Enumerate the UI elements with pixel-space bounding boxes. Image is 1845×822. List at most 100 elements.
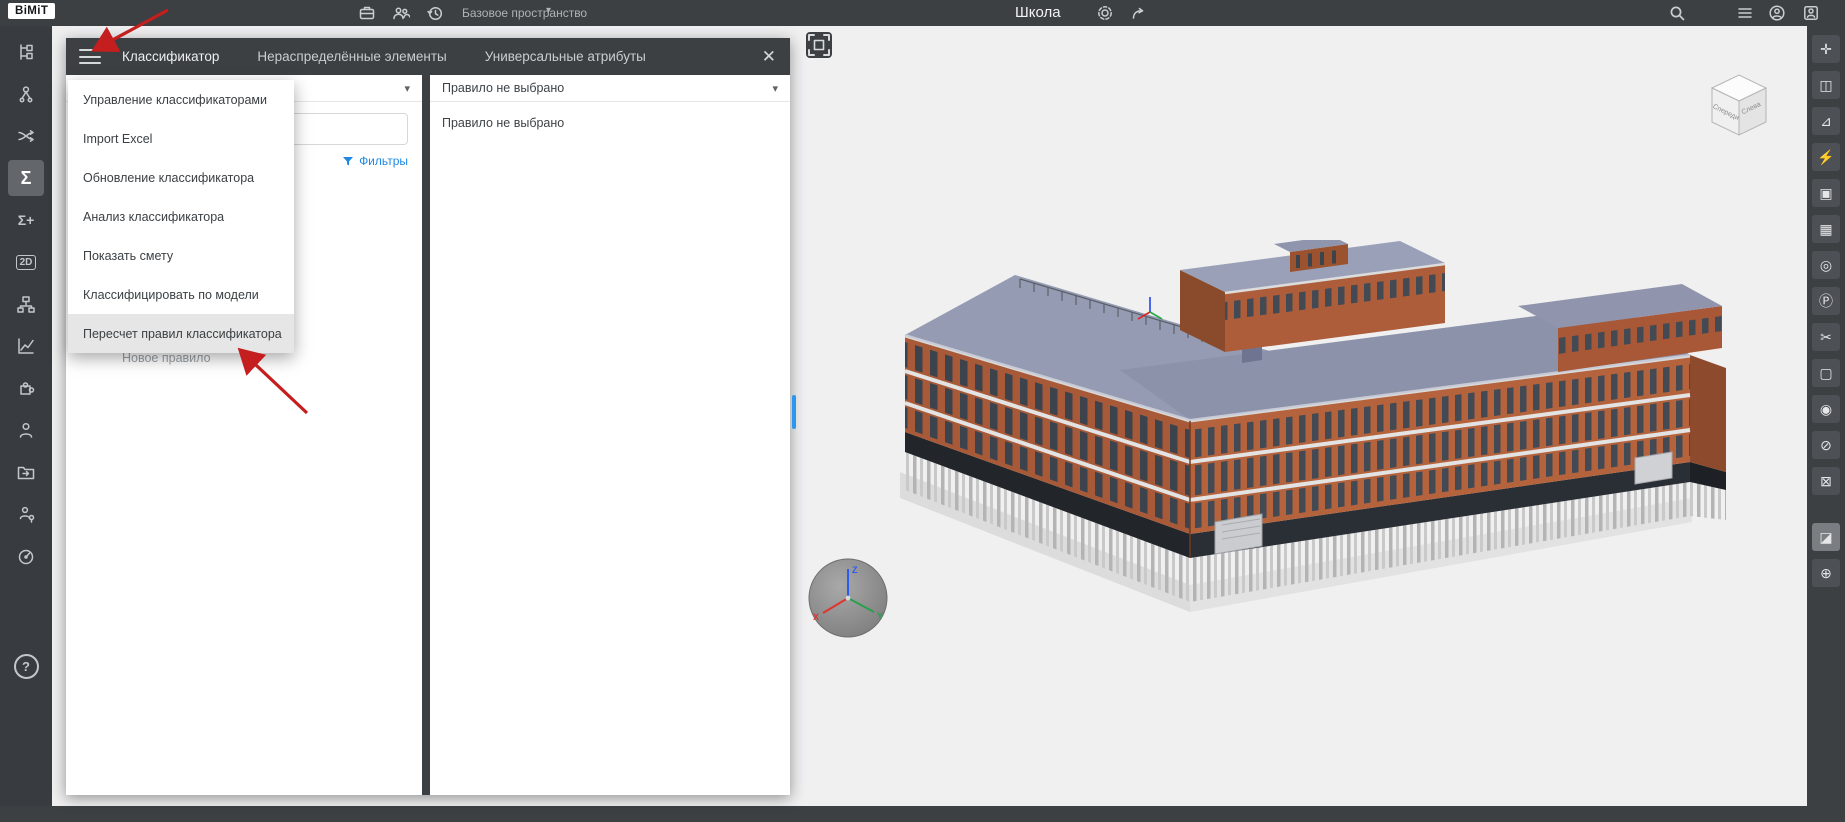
settings-button[interactable] [1096,4,1114,22]
tab-universal-attributes[interactable]: Универсальные атрибуты [485,49,646,64]
sidebar-item-classifier[interactable]: Σ [8,160,44,196]
list-icon [1738,8,1752,18]
classifier-menu-button[interactable] [79,49,101,64]
account-button[interactable] [1768,4,1786,22]
left-toolbar: Σ Σ+ 2D ? [0,26,52,806]
menu-item-update-classifier[interactable]: Обновление классификатора [68,158,294,197]
viewports-grid-button[interactable]: ▦ [1812,215,1840,243]
eye-off-icon: ⊘ [1820,436,1832,453]
pan-tool-button[interactable]: ✛ [1812,35,1840,63]
clear-selection-button[interactable]: ⊠ [1812,467,1840,495]
view-cube[interactable]: Спереди Слева [1700,64,1778,142]
section-cut-icon: ✂ [1820,328,1832,345]
orbit-navigation-ball[interactable]: Z X Y [806,556,890,640]
menu-item-recalculate-rules[interactable]: Пересчет правил классификатора [68,314,294,353]
measure-button[interactable]: ⊿ [1812,107,1840,135]
rule-selector[interactable]: Правило не выбрано ▾ [430,75,790,102]
pan-tool-icon: ✛ [1820,40,1832,57]
rule-empty-text: Правило не выбрано [442,116,565,130]
model-parts-icon: ▣ [1819,184,1833,201]
search-button[interactable] [1668,4,1686,22]
history-button[interactable] [426,4,444,22]
sigma-plus-icon: Σ+ [17,212,35,228]
projects-button[interactable] [358,4,376,22]
sidebar-item-nodes[interactable] [8,76,44,112]
app-logo: BiMiT [8,3,56,19]
section-plane-button[interactable]: ◫ [1812,71,1840,99]
sidebar-item-users[interactable] [8,412,44,448]
model-view-button[interactable]: ◪ [1812,523,1840,551]
menu-item-analyze-classifier[interactable]: Анализ классификатора [68,197,294,236]
selection-area-button[interactable]: ▢ [1812,359,1840,387]
selection-area-icon: ▢ [1819,364,1833,381]
person-pin-icon [19,506,35,523]
section-cut-button[interactable]: ✂ [1812,323,1840,351]
viewports-grid-icon: ▦ [1819,220,1833,237]
model-parts-button[interactable]: ▣ [1812,179,1840,207]
orbit-icon: ⊕ [1820,564,1832,581]
classifier-panel-header: Классификатор Нераспределённые элементы … [66,38,790,75]
tab-classifier[interactable]: Классификатор [122,49,219,64]
classifier-panel: Классификатор Нераспределённые элементы … [66,38,790,795]
cube-icon: ◪ [1819,528,1833,545]
menu-item-classify-by-model[interactable]: Классифицировать по модели [68,275,294,314]
list-menu-button[interactable] [1736,4,1754,22]
sidebar-item-relations[interactable] [8,118,44,154]
profile-button[interactable] [1802,4,1820,22]
workspace-selector[interactable]: Базовое пространство [462,6,587,20]
sidebar-item-analytics[interactable] [8,328,44,364]
node-link-icon [19,86,33,103]
shuffle-arrows-icon [18,130,34,142]
sidebar-item-2d[interactable]: 2D [8,244,44,280]
structure-tree-icon [20,44,33,60]
eye-icon: ◉ [1819,400,1833,417]
sidebar-item-structure[interactable] [8,34,44,70]
share-arrow-icon [1132,7,1144,19]
filters-label: Фильтры [359,154,408,168]
zoom-fit-icon [808,34,830,56]
sidebar-item-person-location[interactable] [8,496,44,532]
sidebar-item-classifier-add[interactable]: Σ+ [8,202,44,238]
app-window: Спереди Слева Z X Y BiMiT Базовое простр… [0,0,1845,822]
share-button[interactable] [1130,4,1148,22]
workspace-caret-icon[interactable]: ▾ [546,5,551,16]
rule-selector-value: Правило не выбрано [442,81,565,95]
building-model-3d[interactable] [870,240,1750,630]
show-elements-button[interactable]: ◉ [1812,395,1840,423]
hide-elements-button[interactable]: ⊘ [1812,431,1840,459]
sidebar-item-hierarchy[interactable] [8,286,44,322]
chevron-down-icon: ▾ [404,82,410,95]
orbit-mode-button[interactable]: ⊕ [1812,559,1840,587]
zoom-target-icon: ◎ [1819,256,1833,273]
plans-button[interactable]: Ⓟ [1812,287,1840,315]
puzzle-icon [20,382,35,395]
gauge-icon [18,549,34,565]
clash-check-button[interactable]: ⚡ [1812,143,1840,171]
2d-view-icon: 2D [15,254,37,270]
close-panel-button[interactable]: ✕ [762,48,776,65]
new-rule-item[interactable]: Новое правило [122,351,211,365]
users-icon [393,7,411,20]
help-button[interactable]: ? [8,648,44,684]
axis-x-label: X [813,612,819,622]
user-badge-icon [1804,6,1818,20]
axis-z-label: Z [852,565,858,575]
section-plane-icon: ◫ [1819,76,1833,93]
account-circle-icon [1769,5,1785,21]
search-icon [1670,6,1685,21]
sidebar-item-plugins[interactable] [8,370,44,406]
sidebar-item-dashboard[interactable] [8,538,44,574]
project-title: Школа [1015,4,1061,21]
gear-icon [1098,6,1112,20]
menu-item-import-excel[interactable]: Import Excel [68,119,294,158]
sidebar-item-shared-folder[interactable] [8,454,44,490]
person-icon [19,422,33,438]
axis-y-label: Y [877,611,883,621]
zoom-target-button[interactable]: ◎ [1812,251,1840,279]
menu-item-show-estimate[interactable]: Показать смету [68,236,294,275]
team-button[interactable] [392,4,411,22]
panel-scrollbar-thumb[interactable] [792,395,796,429]
menu-item-manage-classifiers[interactable]: Управление классификаторами [68,80,294,119]
tab-unassigned-elements[interactable]: Нераспределённые элементы [257,49,446,64]
zoom-fit-button[interactable] [806,32,832,58]
